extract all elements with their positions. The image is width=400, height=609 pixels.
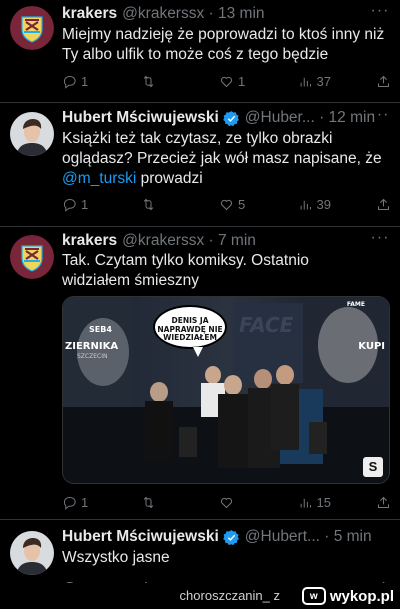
author-handle-time[interactable]: @Hubert... · 5 min [245, 528, 372, 546]
text-line: oglądasz? Przecież jak wół masz napisane… [62, 150, 382, 167]
reply-count: 1 [81, 494, 89, 510]
author-name[interactable]: Hubert Mściwujewski [62, 528, 219, 546]
tweet-header: Hubert Mściwujewski @Hubert... · 5 min [62, 527, 388, 547]
banner-right-name: KUPI [358, 341, 385, 352]
mention-link[interactable]: @m_turski [62, 170, 136, 187]
profile-photo-icon [10, 531, 54, 575]
like-count: 5 [238, 196, 246, 212]
more-icon[interactable]: ··· [370, 230, 390, 251]
watermark-footer: choroszczanin_ z w wykop.pl [0, 583, 400, 609]
corner-logo: S [363, 457, 383, 477]
west-ham-badge-icon [10, 6, 54, 50]
like-button[interactable]: 1 [219, 74, 259, 89]
share-icon [378, 496, 389, 508]
like-button[interactable] [219, 495, 259, 510]
text-suffix: prowadzi [136, 170, 203, 187]
footer-separator: z [273, 588, 281, 603]
tweet-2[interactable]: Hubert Mściwujewski @Huber... · 12 min ·… [0, 103, 400, 227]
verified-icon [222, 529, 239, 545]
share-icon [378, 198, 389, 210]
author-handle-time[interactable]: @krakerssx · 7 min [122, 232, 256, 250]
tweet-3[interactable]: krakers @krakerssx · 7 min ··· Tak. Czyt… [0, 227, 400, 520]
author-name[interactable]: Hubert Mściwujewski [62, 109, 219, 127]
banner-left-top: SEB4 [89, 325, 112, 334]
like-button[interactable]: 5 [219, 197, 259, 212]
footer-credit: choroszczanin_ z [180, 588, 280, 603]
views-count: 37 [316, 73, 331, 89]
tweet-text: Miejmy nadzieję że poprowadzi to ktoś in… [62, 25, 386, 65]
text-line: widziałem śmieszny [62, 272, 199, 289]
text-line: Wszystko jasne [62, 549, 170, 566]
tweet-1[interactable]: krakers @krakerssx · 13 min ··· Miejmy n… [0, 0, 400, 103]
share-button[interactable] [376, 197, 392, 212]
share-button[interactable] [376, 495, 392, 510]
reply-count: 1 [81, 73, 89, 89]
like-icon [220, 497, 233, 508]
tweet-text: Tak. Czytam tylko komiksy. Ostatnio widz… [62, 251, 386, 291]
share-button[interactable] [376, 74, 392, 89]
tweet-media-image[interactable]: SEB4 ZIERNIKA SZCZECIN FACE KUPI FAME DE… [62, 296, 390, 484]
reply-icon [63, 496, 76, 510]
author-name[interactable]: krakers [62, 5, 117, 23]
profile-photo-icon [10, 112, 54, 156]
text-line: Książki też tak czytasz, ze tylko obrazk… [62, 130, 333, 147]
views-count: 39 [316, 196, 331, 212]
views-icon [300, 498, 311, 507]
retweet-button[interactable] [141, 495, 181, 510]
more-icon[interactable]: ··· [370, 107, 390, 128]
verified-icon [222, 110, 239, 126]
banner-center: FACE [239, 313, 294, 337]
avatar-krakers[interactable] [10, 235, 54, 279]
avatar-hubert[interactable] [10, 531, 54, 575]
speech-bubble: DENIS JA NAPRAWDĘ NIE WIEDZIAŁEM [153, 305, 227, 357]
retweet-icon [143, 198, 153, 210]
reply-icon [63, 75, 76, 89]
views-button[interactable]: 15 [298, 495, 338, 510]
action-bar: 1 15 [62, 493, 392, 511]
tweet-header: Hubert Mściwujewski @Huber... · 12 min [62, 108, 388, 128]
text-line: @m_turski prowadzi [62, 169, 386, 189]
retweet-icon [143, 75, 153, 87]
share-icon [378, 75, 389, 87]
avatar-krakers[interactable] [10, 6, 54, 50]
author-handle-time[interactable]: @Huber... · 12 min [245, 109, 375, 127]
banner-left-name: ZIERNIKA [65, 341, 119, 352]
more-icon[interactable]: ··· [370, 3, 390, 24]
tweet-text: Książki też tak czytasz, ze tylko obrazk… [62, 129, 386, 189]
reply-button[interactable]: 1 [62, 197, 102, 212]
views-count: 15 [316, 494, 331, 510]
reply-count: 1 [81, 196, 89, 212]
wykop-logo-icon: w [301, 587, 326, 605]
west-ham-badge-icon [10, 235, 54, 279]
reply-button[interactable]: 1 [62, 495, 102, 510]
like-count: 1 [238, 73, 246, 89]
text-line: Miejmy nadzieję że poprowadzi to ktoś in… [62, 26, 385, 43]
text-line: Tak. Czytam tylko komiksy. Ostatnio [62, 252, 309, 269]
views-button[interactable]: 37 [298, 74, 338, 89]
like-icon [220, 199, 233, 210]
footer-username: choroszczanin_ [179, 588, 270, 603]
footer-site: wykop.pl [329, 587, 394, 605]
tweet-header: krakers @krakerssx · 13 min [62, 4, 388, 24]
like-icon [220, 76, 233, 87]
action-bar: 1 5 39 [62, 195, 392, 213]
action-bar: 1 1 37 [62, 72, 392, 90]
views-button[interactable]: 39 [298, 197, 338, 212]
text-line: Ty albo ulfik to może coś z tego będzie [62, 46, 329, 63]
retweet-button[interactable] [141, 74, 181, 89]
reply-button[interactable]: 1 [62, 74, 102, 89]
tweet-text: Wszystko jasne [62, 548, 386, 568]
brand-label: FAME [346, 301, 365, 308]
author-handle-time[interactable]: @krakerssx · 13 min [122, 5, 264, 23]
wykop-logo: w wykop.pl [301, 585, 394, 607]
views-icon [300, 200, 311, 209]
banner-left-city: SZCZECIN [77, 353, 108, 360]
avatar-hubert[interactable] [10, 112, 54, 156]
views-icon [300, 77, 311, 86]
reply-icon [63, 198, 76, 212]
retweet-icon [143, 496, 153, 508]
tweet-header: krakers @krakerssx · 7 min [62, 231, 388, 251]
retweet-button[interactable] [141, 197, 181, 212]
author-name[interactable]: krakers [62, 232, 117, 250]
